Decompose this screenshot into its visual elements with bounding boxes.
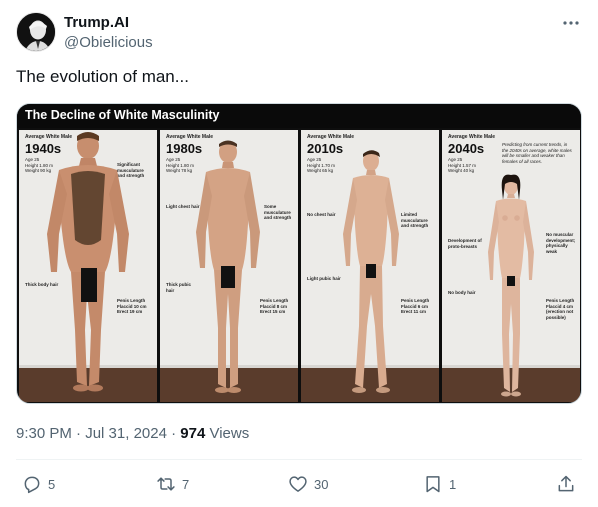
media-title: The Decline of White Masculinity (25, 108, 220, 122)
panel-note: Penis Length Flaccid 6 cm Erect 11 cm (401, 298, 430, 314)
repost-button[interactable]: 7 (156, 472, 189, 496)
meta-separator: · (71, 425, 86, 442)
tweet-date[interactable]: Jul 31, 2024 (85, 425, 167, 442)
share-button[interactable] (556, 472, 576, 496)
bookmark-icon (426, 476, 440, 493)
panel-era: 2040s (448, 141, 485, 156)
display-name[interactable]: Trump.AI (64, 13, 153, 33)
share-icon (558, 475, 574, 492)
panel-era: 2010s (307, 141, 344, 156)
panel-note: No body hair (448, 290, 476, 295)
media-banner: The Decline of White Masculinity (17, 104, 581, 128)
panel-2040s: Average White Male 2040s Age 25 Height 1… (442, 130, 580, 402)
action-bar: 5 7 30 1 (16, 472, 582, 496)
tweet-time[interactable]: 9:30 PM (16, 425, 72, 442)
author-names: Trump.AI @Obielicious (64, 13, 153, 53)
avatar[interactable] (16, 12, 56, 52)
figure-silhouette (488, 174, 534, 397)
tweet-media-image[interactable]: The Decline of White Masculinity Average… (16, 103, 582, 404)
like-icon (289, 476, 307, 492)
panel-note: Limited musculature and strength (401, 212, 429, 228)
panel-note: Penis Length Flaccid 4 cm (erection not … (546, 298, 575, 320)
panel-note: Predicting from current trends, in the 2… (502, 142, 572, 164)
reply-count: 5 (48, 476, 56, 492)
bookmark-count: 1 (449, 476, 457, 492)
tweet-header: Trump.AI @Obielicious (16, 12, 582, 54)
panel-note: No chest hair (307, 212, 336, 217)
tweet-text: The evolution of man... (16, 67, 189, 86)
figure-silhouette (196, 140, 260, 393)
reply-icon (24, 476, 40, 494)
repost-icon (157, 477, 175, 491)
panel-note: Light pubic hair (307, 276, 341, 281)
divider (16, 459, 582, 460)
panel-1980s: Average White Male 1980s Age 25 Height 1… (160, 130, 298, 402)
panel-avg-label: Average White Male (448, 134, 496, 140)
views-label: Views (205, 425, 250, 442)
reply-button[interactable]: 5 (22, 472, 55, 496)
more-icon[interactable] (560, 12, 582, 34)
figure-silhouette (47, 132, 129, 392)
panel-note: No muscular development; physically weak (546, 232, 576, 254)
figure-silhouette (343, 150, 399, 393)
panel-stats: Age 25 Height 1.57 m Weight 40 kg (448, 157, 498, 174)
panel-2010s: Average White Male 2010s Age 25 Height 1… (301, 130, 439, 402)
panel-1940s: Average White Male 1940s Age 25 Height 1… (19, 130, 157, 402)
like-count: 30 (314, 476, 329, 492)
like-button[interactable]: 30 (288, 472, 328, 496)
meta-separator: · (166, 425, 181, 442)
panel-avg-label: Average White Male (307, 134, 355, 140)
repost-count: 7 (182, 476, 190, 492)
handle[interactable]: @Obielicious (64, 33, 153, 53)
tweet-meta: 9:30 PM · Jul 31, 2024 · 974 Views (16, 424, 249, 444)
views-count: 974 (180, 425, 206, 442)
panel-note: Penis Length Flaccid 8 cm Erect 15 cm (260, 298, 289, 314)
stat-weight: Weight 40 kg (448, 168, 475, 173)
panel-note: Some musculature and strength (264, 204, 292, 220)
panel-note: Development of proto-breasts (448, 238, 482, 249)
bookmark-button[interactable]: 1 (423, 472, 456, 496)
